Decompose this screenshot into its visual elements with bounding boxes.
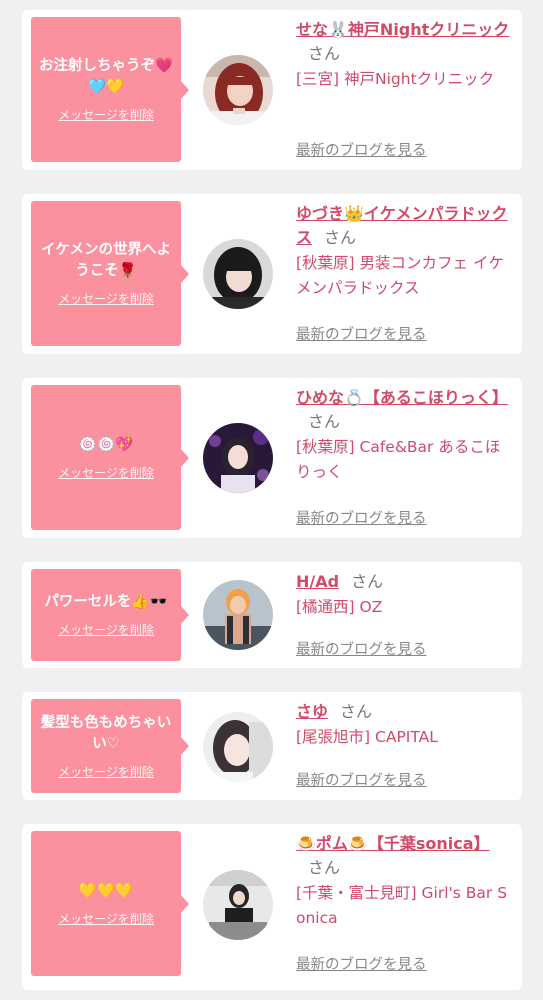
- honorific-label: さん: [324, 228, 357, 247]
- avatar-photo-purple-lights-icon: [203, 423, 273, 493]
- message-bubble: 🍥🍥💖 メッセージを削除: [31, 385, 189, 530]
- latest-blog-link[interactable]: 最新のブログを見る: [296, 769, 427, 790]
- message-card: 髪型も色もめちゃいい♡ メッセージを削除 さゆ さん [尾張旭市] CAPITAL…: [22, 692, 522, 800]
- honorific-label: さん: [308, 44, 341, 63]
- latest-blog-link[interactable]: 最新のブログを見る: [296, 139, 427, 160]
- sender-info: ひめな💍【あるこほりっく】さん [秋葉原] Cafe&Bar あるこほりっく: [296, 386, 512, 485]
- message-bubble: お注射しちゃうぞ💗🩵💛 メッセージを削除: [31, 17, 189, 162]
- message-text: 髪型も色もめちゃいい♡: [40, 714, 172, 752]
- message-text: お注射しちゃうぞ💗🩵💛: [38, 58, 174, 95]
- message-bubble: パワーセルを👍🕶️ メッセージを削除: [31, 569, 189, 661]
- sender-name-link[interactable]: H/Ad: [296, 572, 339, 591]
- latest-blog-link[interactable]: 最新のブログを見る: [296, 953, 427, 974]
- message-card: パワーセルを👍🕶️ メッセージを削除 H/Ad さん [橘通西] OZ 最新のブロ…: [22, 562, 522, 668]
- avatar[interactable]: [203, 423, 273, 493]
- avatar-photo-black-hair-icon: [203, 239, 273, 309]
- latest-blog-link[interactable]: 最新のブログを見る: [296, 507, 427, 528]
- message-bubble: 髪型も色もめちゃいい♡ メッセージを削除: [31, 699, 189, 793]
- message-card: 🍥🍥💖 メッセージを削除 ひめな💍【あるこほりっく】さん [秋葉原] Cafe&…: [22, 378, 522, 538]
- delete-message-link[interactable]: メッセージを削除: [58, 621, 154, 638]
- message-text: 💛💛💛: [78, 882, 134, 899]
- sender-name-link[interactable]: 🍮ポム🍮【千葉sonica】: [296, 834, 490, 853]
- message-text: 🍥🍥💖: [78, 436, 134, 453]
- sender-name-link[interactable]: ひめな💍【あるこほりっく】: [296, 388, 508, 407]
- sender-info: H/Ad さん [橘通西] OZ: [296, 570, 512, 620]
- shop-label: [秋葉原] 男装コンカフェ イケメンパラドックス: [296, 254, 504, 297]
- sender-name-link[interactable]: せな🐰神戸Nightクリニック: [296, 20, 509, 39]
- honorific-label: さん: [351, 572, 384, 591]
- honorific-label: さん: [340, 702, 373, 721]
- message-card: 💛💛💛 メッセージを削除 🍮ポム🍮【千葉sonica】さん [千葉・富士見町] …: [22, 824, 522, 990]
- avatar-photo-light-icon: [203, 712, 273, 782]
- message-bubble: イケメンの世界へようこそ🌹 メッセージを削除: [31, 201, 189, 346]
- sender-info: 🍮ポム🍮【千葉sonica】さん [千葉・富士見町] Girl's Bar So…: [296, 832, 512, 931]
- shop-label: [千葉・富士見町] Girl's Bar Sonica: [296, 884, 508, 927]
- avatar[interactable]: [203, 870, 273, 940]
- message-list: お注射しちゃうぞ💗🩵💛 メッセージを削除 せな🐰神戸Nightクリニックさん […: [0, 0, 543, 1000]
- delete-message-link[interactable]: メッセージを削除: [58, 290, 154, 307]
- shop-label: [秋葉原] Cafe&Bar あるこほりっく: [296, 438, 501, 481]
- message-card: お注射しちゃうぞ💗🩵💛 メッセージを削除 せな🐰神戸Nightクリニックさん […: [22, 10, 522, 170]
- shop-label: [尾張旭市] CAPITAL: [296, 728, 438, 746]
- message-bubble: 💛💛💛 メッセージを削除: [31, 831, 189, 976]
- avatar-illustration-orange-hair-icon: [203, 580, 273, 650]
- message-card: イケメンの世界へようこそ🌹 メッセージを削除 ゆづき👑イケメンパラドックス さん …: [22, 194, 522, 354]
- honorific-label: さん: [308, 858, 341, 877]
- avatar[interactable]: [203, 580, 273, 650]
- shop-label: [橘通西] OZ: [296, 598, 383, 616]
- latest-blog-link[interactable]: 最新のブログを見る: [296, 323, 427, 344]
- sender-name-link[interactable]: さゆ: [296, 702, 328, 721]
- delete-message-link[interactable]: メッセージを削除: [58, 464, 154, 481]
- sender-info: せな🐰神戸Nightクリニックさん [三宮] 神戸Nightクリニック: [296, 18, 512, 92]
- delete-message-link[interactable]: メッセージを削除: [58, 910, 154, 927]
- delete-message-link[interactable]: メッセージを削除: [58, 763, 154, 780]
- shop-label: [三宮] 神戸Nightクリニック: [296, 70, 495, 88]
- latest-blog-link[interactable]: 最新のブログを見る: [296, 638, 427, 659]
- avatar-photo-bar-icon: [203, 870, 273, 940]
- honorific-label: さん: [308, 412, 341, 431]
- delete-message-link[interactable]: メッセージを削除: [58, 106, 154, 123]
- message-text: イケメンの世界へようこそ🌹: [40, 242, 172, 279]
- avatar-photo-red-hair-icon: [203, 55, 273, 125]
- message-text: パワーセルを👍🕶️: [44, 594, 168, 610]
- sender-info: さゆ さん [尾張旭市] CAPITAL: [296, 700, 512, 750]
- sender-info: ゆづき👑イケメンパラドックス さん [秋葉原] 男装コンカフェ イケメンパラドック…: [296, 202, 512, 301]
- avatar[interactable]: [203, 55, 273, 125]
- avatar[interactable]: [203, 239, 273, 309]
- avatar[interactable]: [203, 712, 273, 782]
